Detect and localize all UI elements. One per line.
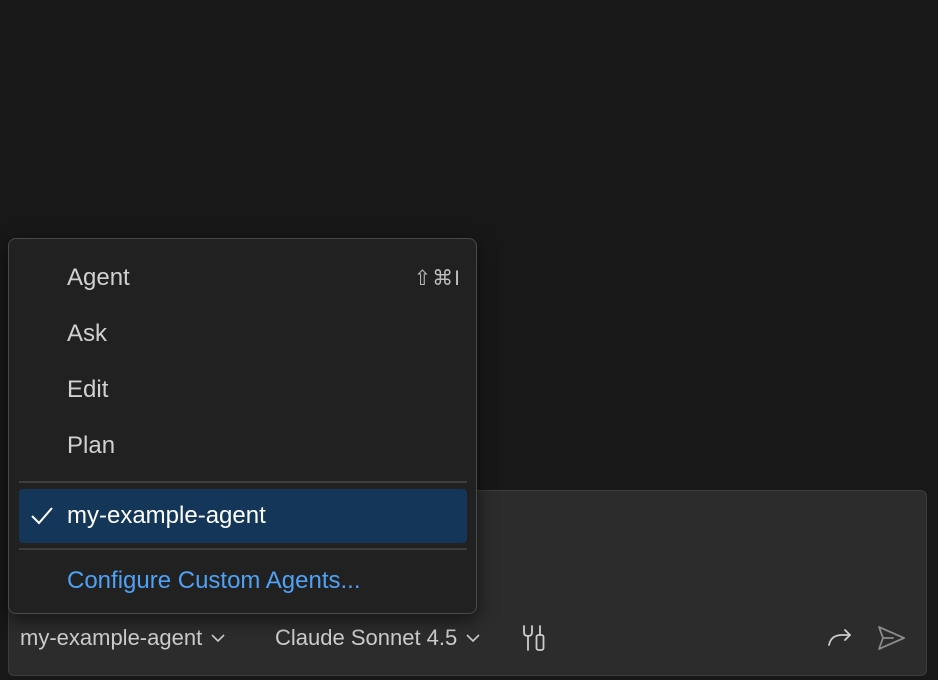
- chat-view: my-example-agent Claude Sonnet 4.5 Agent…: [0, 0, 938, 680]
- chat-input-toolbar: my-example-agent Claude Sonnet 4.5: [0, 612, 938, 664]
- checkmark-icon: [29, 503, 55, 529]
- menu-item-ask[interactable]: Ask: [19, 307, 467, 361]
- redo-icon[interactable]: [824, 612, 856, 664]
- agent-picker-button[interactable]: my-example-agent: [20, 612, 226, 664]
- tools-icon[interactable]: [519, 612, 549, 664]
- model-picker-label: Claude Sonnet 4.5: [275, 625, 458, 650]
- menu-item-label: Edit: [67, 376, 109, 403]
- menu-divider: [19, 481, 467, 483]
- menu-item-my-example-agent[interactable]: my-example-agent: [19, 489, 467, 543]
- menu-divider: [19, 548, 467, 550]
- menu-item-label: Plan: [67, 432, 116, 459]
- agent-picker-label: my-example-agent: [20, 625, 203, 650]
- menu-item-label: my-example-agent: [67, 502, 266, 529]
- chevron-down-icon: [210, 633, 226, 643]
- menu-item-label: Agent: [67, 264, 130, 291]
- menu-item-label: Ask: [67, 320, 108, 347]
- menu-item-plan[interactable]: Plan: [19, 419, 467, 473]
- model-picker-button[interactable]: Claude Sonnet 4.5: [275, 612, 481, 664]
- configure-custom-agents-link[interactable]: Configure Custom Agents...: [19, 555, 467, 607]
- keyboard-shortcut: ⇧⌘I: [413, 266, 461, 290]
- menu-item-edit[interactable]: Edit: [19, 363, 467, 417]
- agent-mode-menu: Agent ⇧⌘I Ask Edit Plan my-example-agent…: [8, 238, 477, 614]
- menu-item-label: Configure Custom Agents...: [67, 567, 361, 594]
- menu-item-agent[interactable]: Agent ⇧⌘I: [19, 251, 467, 305]
- send-icon[interactable]: [874, 612, 908, 664]
- chevron-down-icon: [465, 633, 481, 643]
